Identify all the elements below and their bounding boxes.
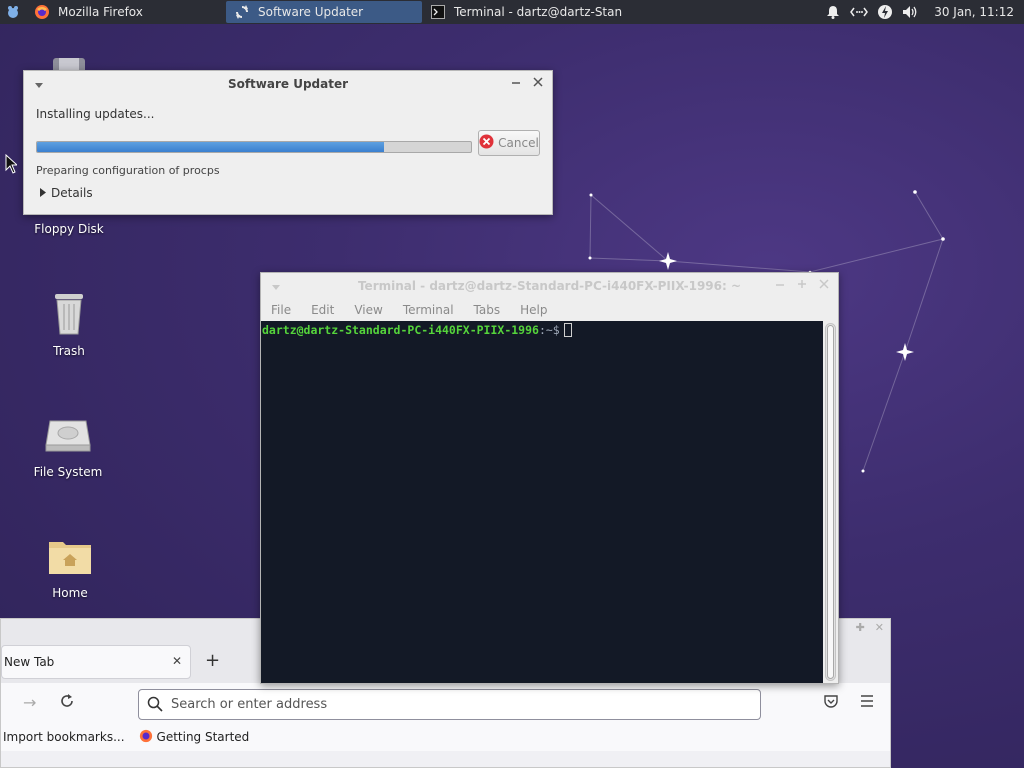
taskbar-firefox-label: Mozilla Firefox bbox=[58, 5, 143, 19]
update-progress-fill bbox=[37, 142, 385, 152]
menu-help[interactable]: Help bbox=[520, 303, 547, 317]
minimize-icon[interactable] bbox=[510, 76, 522, 91]
desktop-icon-file-system[interactable]: File System bbox=[23, 411, 113, 479]
cancel-icon bbox=[479, 134, 494, 152]
forward-arrow-icon[interactable]: → bbox=[23, 693, 36, 712]
power-icon[interactable] bbox=[876, 3, 894, 21]
network-icon[interactable] bbox=[850, 3, 869, 21]
close-icon[interactable] bbox=[818, 278, 830, 293]
top-panel: Mozilla Firefox Software Updater Termina… bbox=[0, 0, 1024, 24]
tab-new-tab[interactable]: New Tab ✕ bbox=[1, 645, 191, 679]
firefox-navbar: → Search or enter address bbox=[1, 683, 890, 723]
reload-icon[interactable] bbox=[59, 693, 75, 713]
firefox-window-controls: ✚ ✕ bbox=[856, 621, 884, 634]
tab-label: New Tab bbox=[4, 655, 55, 669]
maximize-icon[interactable]: ✚ bbox=[856, 621, 865, 634]
firefox-icon bbox=[139, 729, 153, 746]
bookmark-import-label: Import bookmarks... bbox=[3, 730, 125, 744]
search-icon bbox=[147, 696, 163, 716]
terminal-scrollbar[interactable] bbox=[825, 323, 836, 681]
hard-drive-icon bbox=[44, 411, 92, 459]
prompt-path: :~$ bbox=[538, 323, 560, 337]
taskbar-software-updater[interactable]: Software Updater bbox=[226, 1, 422, 23]
expander-arrow-icon bbox=[40, 186, 46, 200]
taskbar-terminal-label: Terminal - dartz@dartz-Stan... bbox=[454, 5, 622, 19]
menu-file[interactable]: File bbox=[271, 303, 291, 317]
panel-clock[interactable]: 30 Jan, 11:12 bbox=[934, 5, 1014, 19]
update-progress-bar bbox=[36, 141, 472, 153]
url-placeholder: Search or enter address bbox=[171, 697, 328, 712]
trash-icon bbox=[45, 290, 93, 338]
maximize-icon[interactable] bbox=[796, 278, 808, 293]
updater-title: Software Updater bbox=[227, 77, 349, 91]
taskbar-software-updater-label: Software Updater bbox=[258, 5, 364, 19]
bookmark-import[interactable]: Import bookmarks... bbox=[3, 730, 125, 744]
taskbar-firefox[interactable]: Mozilla Firefox bbox=[26, 1, 226, 23]
terminal-cursor bbox=[563, 323, 572, 337]
home-label: Home bbox=[52, 586, 88, 600]
bookmark-getting-started-label: Getting Started bbox=[156, 730, 250, 744]
details-label: Details bbox=[51, 186, 93, 200]
prompt-user: dartz@dartz-Standard-PC-i440FX-PIIX-1996 bbox=[262, 323, 539, 337]
menu-terminal[interactable]: Terminal bbox=[403, 303, 454, 317]
system-tray: 30 Jan, 11:12 bbox=[824, 0, 1024, 24]
taskbar-terminal[interactable]: Terminal - dartz@dartz-Stan... bbox=[422, 1, 622, 23]
software-updater-icon bbox=[234, 4, 250, 20]
file-system-label: File System bbox=[33, 465, 103, 479]
menu-tabs[interactable]: Tabs bbox=[474, 303, 501, 317]
terminal-menubar: File Edit View Terminal Tabs Help bbox=[261, 299, 838, 321]
scrollbar-thumb[interactable] bbox=[827, 325, 834, 679]
desktop-icon-floppy-disk-label[interactable]: Floppy Disk bbox=[24, 222, 114, 236]
menu-edit[interactable]: Edit bbox=[311, 303, 334, 317]
mouse-pointer-icon bbox=[5, 154, 17, 174]
terminal-window: Terminal - dartz@dartz-Standard-PC-i440F… bbox=[260, 272, 839, 684]
terminal-screen[interactable]: dartz@dartz-Standard-PC-i440FX-PIIX-1996… bbox=[261, 321, 823, 683]
firefox-icon bbox=[34, 4, 50, 20]
volume-icon[interactable] bbox=[902, 3, 920, 21]
trash-label: Trash bbox=[53, 344, 85, 358]
bookmarks-toolbar: Import bookmarks... Getting Started bbox=[1, 723, 890, 751]
tab-close-icon[interactable]: ✕ bbox=[172, 654, 182, 668]
window-menu-icon[interactable] bbox=[34, 78, 44, 92]
cancel-label: Cancel bbox=[498, 136, 539, 150]
bookmark-getting-started[interactable]: Getting Started bbox=[139, 729, 250, 746]
cancel-button[interactable]: Cancel bbox=[478, 130, 540, 156]
details-expander[interactable]: Details bbox=[40, 186, 93, 200]
software-updater-window: Software Updater Installing updates... C… bbox=[23, 70, 553, 215]
close-icon[interactable] bbox=[532, 76, 544, 91]
updater-status: Installing updates... bbox=[36, 107, 155, 121]
notification-bell-icon[interactable] bbox=[824, 3, 842, 21]
whisker-menu-button[interactable] bbox=[0, 0, 26, 24]
minimize-icon[interactable] bbox=[774, 278, 786, 293]
close-icon[interactable]: ✕ bbox=[875, 621, 884, 634]
terminal-title: Terminal - dartz@dartz-Standard-PC-i440F… bbox=[357, 279, 742, 293]
url-bar[interactable]: Search or enter address bbox=[138, 689, 761, 720]
desktop-icon-trash[interactable]: Trash bbox=[24, 290, 114, 358]
updater-titlebar[interactable]: Software Updater bbox=[24, 71, 552, 97]
window-menu-icon[interactable] bbox=[271, 280, 281, 294]
floppy-disk-label: Floppy Disk bbox=[34, 222, 104, 236]
new-tab-plus-icon[interactable]: + bbox=[205, 650, 220, 671]
terminal-icon bbox=[430, 4, 446, 20]
pocket-icon[interactable] bbox=[823, 693, 839, 713]
home-folder-icon bbox=[46, 532, 94, 580]
xfce-mouse-icon bbox=[8, 6, 18, 18]
menu-view[interactable]: View bbox=[354, 303, 382, 317]
hamburger-menu-icon[interactable] bbox=[859, 693, 875, 712]
updater-substatus: Preparing configuration of procps bbox=[36, 164, 220, 177]
desktop-icon-home[interactable]: Home bbox=[25, 532, 115, 600]
terminal-titlebar[interactable]: Terminal - dartz@dartz-Standard-PC-i440F… bbox=[261, 273, 838, 299]
